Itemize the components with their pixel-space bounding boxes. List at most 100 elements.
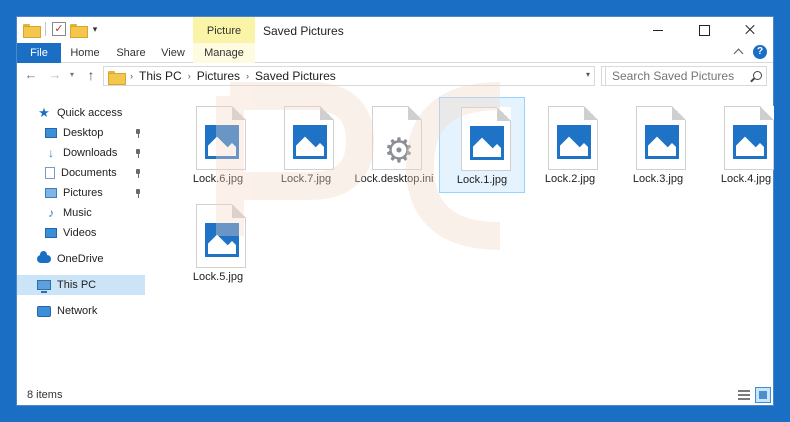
nav-videos[interactable]: Videos (17, 223, 145, 243)
chevron-right-icon[interactable]: › (246, 71, 249, 81)
file-thumbnail (724, 106, 774, 170)
image-file-icon (205, 223, 239, 257)
nav-pictures[interactable]: Pictures (17, 183, 145, 203)
file-name: Lock.2.jpg (544, 173, 596, 185)
pin-icon[interactable] (135, 149, 141, 158)
file-item[interactable]: Lock.5.jpg (175, 195, 261, 291)
file-name: Lock.6.jpg (192, 173, 244, 185)
file-name: Lock.desktop.ini (354, 173, 434, 185)
file-name: Lock.3.jpg (632, 173, 684, 185)
close-button[interactable] (727, 17, 773, 43)
nav-label: Music (63, 207, 92, 219)
file-name: Lock.5.jpg (192, 271, 244, 283)
properties-icon[interactable]: ✓ (52, 22, 66, 36)
nav-network[interactable]: Network (17, 301, 145, 321)
search-input[interactable] (605, 66, 767, 86)
nav-label: This PC (57, 279, 97, 291)
gear-icon: ⚙ (383, 132, 415, 170)
nav-this-pc[interactable]: This PC (17, 275, 145, 295)
breadcrumb-pictures[interactable]: Pictures (197, 69, 240, 83)
pictures-icon (45, 188, 57, 198)
file-item[interactable]: ⚙ Lock.desktop.ini (351, 97, 437, 193)
breadcrumb-this-pc[interactable]: This PC (139, 69, 182, 83)
nav-label: Documents (61, 167, 117, 179)
toolbar-separator (45, 22, 46, 36)
file-thumbnail (284, 106, 334, 170)
address-bar[interactable]: › This PC › Pictures › Saved Pictures ▾ (103, 66, 595, 86)
file-item[interactable]: Lock.1.jpg (439, 97, 525, 193)
nav-downloads[interactable]: ↓ Downloads (17, 143, 145, 163)
tab-file[interactable]: File (17, 43, 61, 63)
quick-access-toolbar: ✓ ▾ (23, 22, 100, 38)
explorer-window: ✓ ▾ Picture Tools Saved Pictures File Ho… (16, 16, 774, 406)
file-name: Lock.7.jpg (280, 173, 332, 185)
address-row: ← → ▾ ↑ › This PC › Pictures › Saved Pic… (17, 63, 773, 89)
network-icon (37, 305, 51, 317)
document-icon (45, 167, 55, 179)
chevron-right-icon[interactable]: › (188, 71, 191, 81)
tab-home[interactable]: Home (65, 43, 105, 63)
back-arrow-icon[interactable]: ← (23, 67, 39, 83)
computer-icon (37, 280, 51, 293)
ribbon-right-controls: ? (733, 45, 767, 59)
image-file-icon (470, 126, 504, 160)
title-bar: ✓ ▾ Picture Tools Saved Pictures (17, 17, 773, 65)
chevron-right-icon[interactable]: › (130, 71, 133, 81)
nav-label: Network (57, 305, 98, 317)
help-icon[interactable]: ? (753, 45, 767, 59)
nav-label: Pictures (63, 187, 103, 199)
pin-icon[interactable] (135, 189, 141, 198)
nav-label: Quick access (57, 107, 123, 119)
nav-documents[interactable]: Documents (17, 163, 145, 183)
pin-icon[interactable] (135, 169, 141, 178)
file-thumbnail: ⚙ (372, 106, 422, 170)
nav-label: Videos (63, 227, 97, 239)
folder-icon[interactable] (23, 23, 41, 38)
address-history-dropdown-icon[interactable]: ▾ (586, 70, 590, 79)
file-name: Lock.4.jpg (720, 173, 772, 185)
pin-icon[interactable] (135, 129, 141, 138)
search-icon[interactable] (753, 71, 762, 80)
new-folder-icon[interactable] (70, 23, 88, 38)
download-icon: ↓ (48, 146, 54, 160)
status-bar: 8 items (17, 385, 773, 405)
item-count: 8 items (27, 389, 63, 401)
navigation-pane: ★ Quick access Desktop ↓ Downloads Docum… (17, 95, 145, 385)
window-title: Saved Pictures (263, 24, 344, 38)
nav-label: Desktop (63, 127, 104, 139)
file-view[interactable]: Lock.6.jpg Lock.7.jpg ⚙ Lock.desktop.ini… (145, 89, 774, 385)
tab-manage[interactable]: Manage (193, 43, 255, 63)
file-item[interactable]: Lock.2.jpg (527, 97, 613, 193)
file-item[interactable]: Lock.7.jpg (263, 97, 349, 193)
recent-locations-dropdown-icon[interactable]: ▾ (67, 67, 77, 83)
desktop-icon (45, 128, 57, 138)
nav-desktop[interactable]: Desktop (17, 123, 145, 143)
nav-onedrive[interactable]: OneDrive (17, 249, 145, 269)
file-item[interactable]: Lock.6.jpg (175, 97, 261, 193)
nav-label: Downloads (63, 147, 118, 159)
nav-music[interactable]: ♪ Music (17, 203, 145, 223)
star-icon: ★ (38, 105, 50, 120)
minimize-button[interactable] (635, 17, 681, 43)
maximize-button[interactable] (681, 17, 727, 43)
breadcrumb-saved-pictures[interactable]: Saved Pictures (255, 69, 336, 83)
image-file-icon (645, 125, 679, 159)
up-arrow-icon[interactable]: ↑ (83, 67, 99, 83)
file-item[interactable]: Lock.4.jpg (703, 97, 789, 193)
details-view-icon[interactable] (737, 388, 751, 402)
file-name: Lock.1.jpg (456, 174, 508, 186)
customize-toolbar-dropdown-icon[interactable]: ▾ (90, 24, 100, 35)
large-icons-view-icon[interactable] (755, 387, 771, 403)
picture-tools-context-header: Picture Tools (193, 17, 255, 65)
tab-view[interactable]: View (155, 43, 191, 63)
image-file-icon (733, 125, 767, 159)
ribbon-tabs: File Home Share View Manage ? (17, 43, 773, 63)
nav-quick-access[interactable]: ★ Quick access (17, 103, 145, 123)
forward-arrow-icon[interactable]: → (47, 67, 63, 83)
file-thumbnail (636, 106, 686, 170)
tab-share[interactable]: Share (111, 43, 151, 63)
expand-ribbon-icon[interactable] (733, 47, 743, 57)
file-thumbnail (548, 106, 598, 170)
file-item[interactable]: Lock.3.jpg (615, 97, 701, 193)
nav-label: OneDrive (57, 253, 104, 265)
